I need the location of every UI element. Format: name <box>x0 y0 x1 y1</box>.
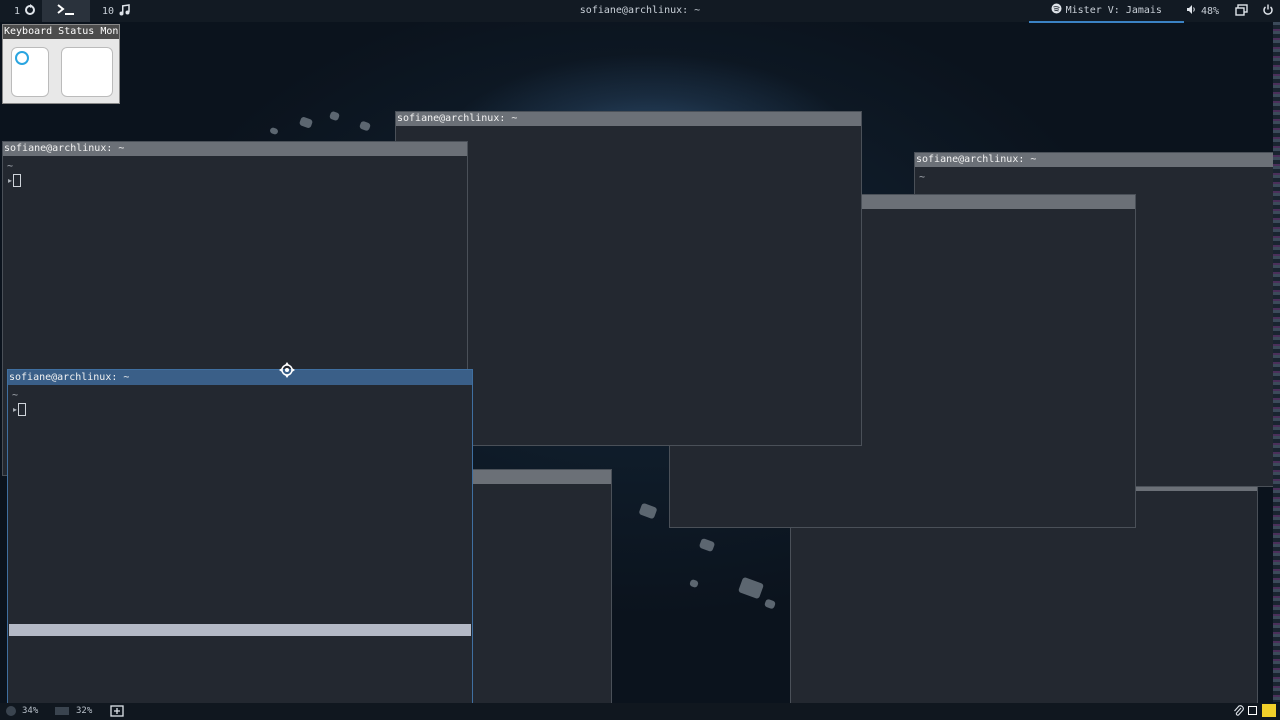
window-titlebar[interactable]: sofiane@archlinux: ~ <box>3 142 467 156</box>
volume-icon <box>1186 4 1197 18</box>
move-cursor-icon <box>279 362 295 381</box>
cpu-usage: 34% <box>22 706 39 716</box>
now-playing-label: Mister V: Jamais <box>1065 4 1162 16</box>
status-area: Mister V: Jamais 48% <box>1028 0 1274 23</box>
keyboard-monitor-title: Keyboard Status Monit <box>3 25 119 39</box>
prompt-dir: ~ <box>12 390 19 401</box>
workspace-10-label: 10 <box>102 5 115 17</box>
track-progress <box>1028 21 1184 23</box>
memory-icon <box>55 707 69 715</box>
keyboard-status-monitor: Keyboard Status Monit <box>2 24 120 104</box>
volume-level: 48% <box>1200 5 1219 17</box>
music-note-icon <box>118 3 130 19</box>
power-icon[interactable] <box>1262 4 1274 19</box>
text-cursor <box>13 174 22 187</box>
memory-usage: 32% <box>76 706 93 716</box>
terminal-window-focused[interactable]: sofiane@archlinux: ~ ~ ▸ <box>7 369 473 704</box>
windows-icon[interactable] <box>1235 3 1248 19</box>
spotify-icon <box>1051 3 1062 17</box>
terminal-icon <box>57 3 75 19</box>
window-titlebar[interactable] <box>471 470 611 484</box>
cpu-icon <box>6 706 16 716</box>
top-panel: 1 10 sofiane@archlinux: ~ Mister V: Jama… <box>0 0 1280 23</box>
terminal-content[interactable]: ~ ▸ <box>3 156 467 193</box>
workspace-terminal[interactable] <box>42 0 91 22</box>
workspace-1-label: 1 <box>14 5 21 17</box>
clip-icon[interactable] <box>1233 705 1244 720</box>
selection-highlight-bar <box>9 624 471 636</box>
prompt-dir: ~ <box>919 172 926 183</box>
key-indicator-right <box>61 47 113 97</box>
indicator-led-icon <box>15 51 29 65</box>
now-playing[interactable]: Mister V: Jamais <box>1028 3 1184 23</box>
window-titlebar[interactable]: sofiane@archlinux: ~ <box>396 112 861 126</box>
volume-control[interactable]: 48% <box>1186 4 1219 18</box>
workspace-10[interactable]: 10 <box>90 0 136 22</box>
note-icon[interactable] <box>1262 704 1276 717</box>
side-indicator-strip <box>1273 22 1280 702</box>
workspace-1[interactable]: 1 <box>0 0 42 22</box>
add-window-icon[interactable] <box>110 705 124 720</box>
terminal-window-bottom-middle[interactable] <box>470 469 612 709</box>
prompt-dir: ~ <box>7 161 14 172</box>
window-titlebar[interactable]: sofiane@archlinux: ~ <box>8 370 472 385</box>
refresh-icon <box>24 3 36 19</box>
bottom-panel: 34% 32% <box>0 703 1280 720</box>
key-indicator-left <box>11 47 49 97</box>
window-titlebar[interactable]: sofiane@archlinux: ~ <box>915 153 1279 167</box>
terminal-content[interactable]: ~ ▸ <box>8 385 472 422</box>
square-icon[interactable] <box>1248 706 1257 715</box>
text-cursor <box>18 403 27 416</box>
terminal-content[interactable]: ~ <box>915 167 1279 189</box>
